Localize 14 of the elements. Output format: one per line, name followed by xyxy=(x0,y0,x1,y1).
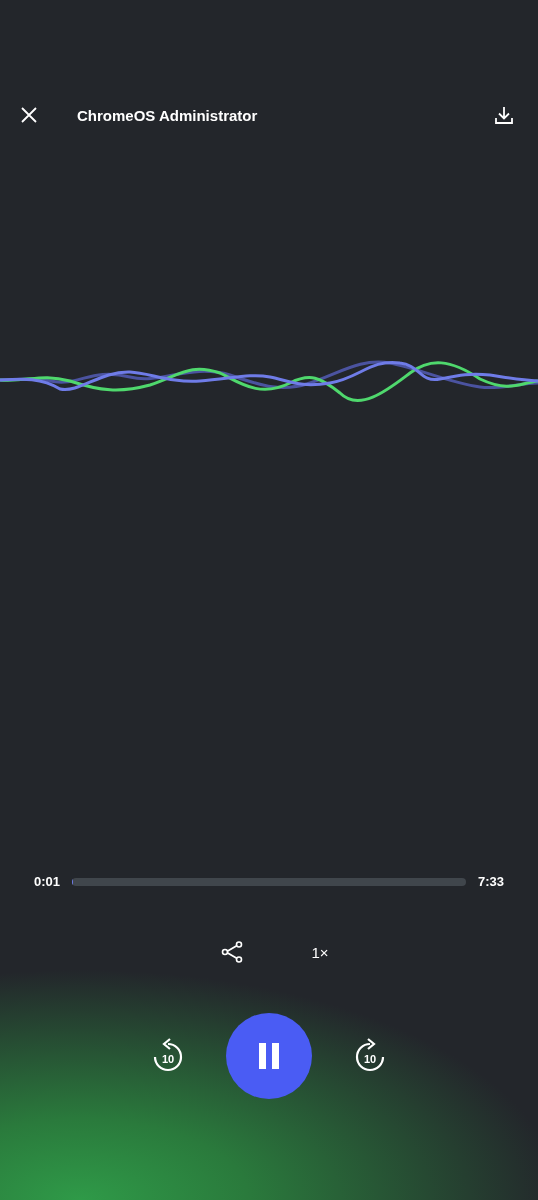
total-time: 7:33 xyxy=(477,874,504,889)
download-button[interactable] xyxy=(494,105,514,125)
download-icon xyxy=(494,105,514,125)
close-icon xyxy=(20,106,38,124)
share-icon xyxy=(221,941,244,963)
pause-icon xyxy=(257,1043,281,1069)
skip-back-button[interactable]: 10 xyxy=(150,1038,186,1074)
recording-title: ChromeOS Administrator xyxy=(77,106,258,124)
skip-forward-button[interactable]: 10 xyxy=(352,1038,388,1074)
elapsed-time: 0:01 xyxy=(34,874,61,889)
close-button[interactable] xyxy=(20,106,38,124)
speed-button[interactable]: 1× xyxy=(311,943,329,961)
progress-track[interactable] xyxy=(72,877,466,886)
share-button[interactable] xyxy=(221,941,244,963)
